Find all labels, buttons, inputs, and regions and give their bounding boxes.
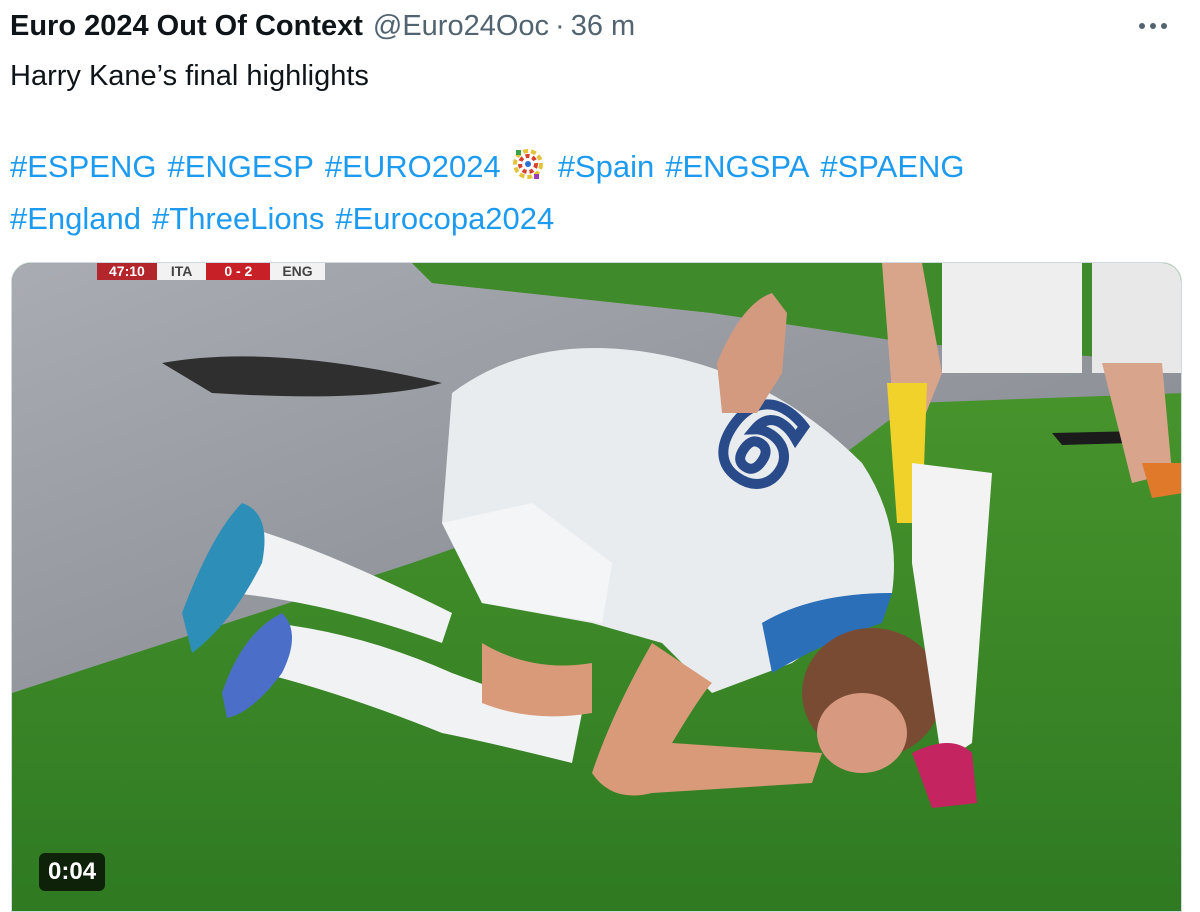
hashtag-euro2024[interactable]: #EURO2024: [325, 149, 501, 184]
team-a-label: ITA: [156, 263, 207, 280]
hashtag-england[interactable]: #England: [10, 201, 141, 236]
hashtag-engspa[interactable]: #ENGSPA: [665, 149, 809, 184]
hashtag-engesp[interactable]: #ENGESP: [167, 149, 313, 184]
author-name[interactable]: Euro 2024 Out Of Context: [10, 10, 363, 43]
tweet-text: Harry Kane’s final highlights: [10, 60, 369, 92]
team-b-label: ENG: [270, 263, 325, 280]
match-clock: 47:10: [97, 263, 157, 280]
hashtag-eurocopa2024[interactable]: #Eurocopa2024: [335, 201, 554, 236]
video-media[interactable]: 6 47:10 ITA 0 - 2 ENG 0:04: [11, 262, 1182, 912]
tweet-header: Euro 2024 Out Of Context @Euro24Ooc · 36…: [10, 6, 1180, 46]
hashtag-espeng[interactable]: #ESPENG: [10, 149, 156, 184]
separator-dot: ·: [555, 9, 565, 42]
hashtag-threelions[interactable]: #ThreeLions: [152, 201, 324, 236]
hashtag-spaeng[interactable]: #SPAENG: [820, 149, 964, 184]
score-label: 0 - 2: [206, 263, 271, 280]
score-bug: 47:10 ITA 0 - 2 ENG: [97, 263, 325, 280]
hashtag-block: #ESPENG #ENGESP #EURO2024 #Spain #ENGSPA #SP…: [10, 144, 1180, 242]
timestamp[interactable]: 36 m: [571, 10, 635, 43]
author-handle[interactable]: @Euro24Ooc: [373, 10, 549, 43]
video-duration-badge: 0:04: [39, 853, 106, 891]
hashtag-spain[interactable]: #Spain: [558, 149, 655, 184]
video-frame: 6: [12, 263, 1181, 911]
euro2024-emoji-icon: [512, 145, 544, 196]
more-options-icon[interactable]: [1126, 6, 1180, 46]
